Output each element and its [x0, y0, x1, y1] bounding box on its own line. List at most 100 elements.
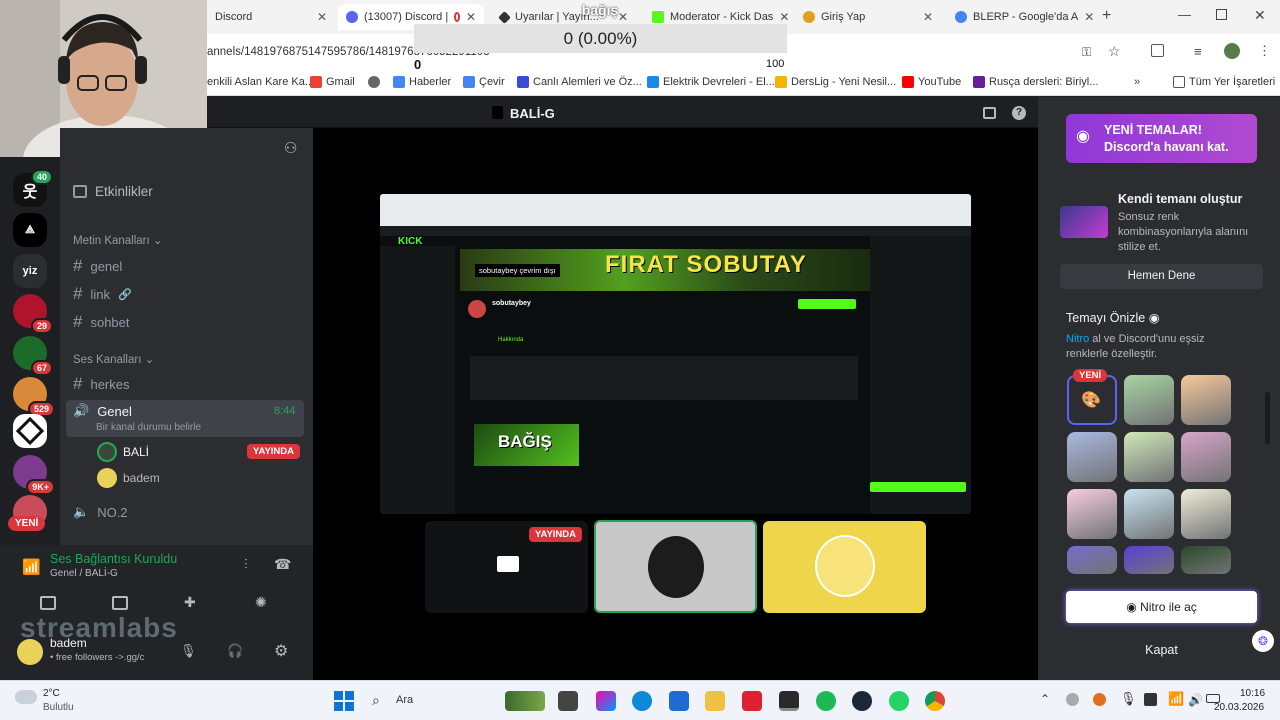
wifi-icon[interactable]: 📶	[1168, 691, 1184, 707]
sidebar-icon[interactable]: ≡	[1194, 44, 1202, 59]
store-icon[interactable]	[669, 691, 689, 711]
channel-status[interactable]: Bir kanal durumu belirle	[96, 422, 201, 433]
edge-icon[interactable]	[632, 691, 652, 711]
screen-share-view[interactable]: KICK FIRAT SOBUTAY sobutaybey çevrim dış…	[380, 194, 971, 514]
promo-banner[interactable]: ◉ YENİ TEMALAR! Discord'a havanı kat.	[1066, 114, 1257, 163]
close-button[interactable]: Kapat	[1066, 638, 1257, 663]
theme-swatch[interactable]	[1067, 432, 1117, 482]
mic-tray-icon[interactable]: 🎙	[1120, 691, 1137, 707]
member-name[interactable]: BALİ	[123, 445, 149, 459]
theme-swatch[interactable]	[1124, 432, 1174, 482]
volume-icon[interactable]: 🔊	[1188, 693, 1203, 707]
search-icon[interactable]: ⌕	[372, 692, 380, 709]
close-icon[interactable]: ✕	[466, 10, 476, 24]
user-name[interactable]: badem	[50, 636, 87, 650]
soundboard-icon[interactable]: ✺	[255, 594, 267, 611]
bookmark-globe[interactable]	[368, 76, 380, 88]
inbox-icon[interactable]	[983, 107, 996, 119]
activities-icon[interactable]: ✚	[184, 594, 196, 611]
server-red[interactable]: 29	[13, 294, 53, 334]
bookmark-rusca[interactable]: Rusça dersleri: Biriyl...	[973, 76, 1098, 88]
close-icon[interactable]: ✕	[1084, 10, 1093, 24]
avatar[interactable]	[97, 468, 117, 488]
menu-icon[interactable]: ⋮	[1258, 43, 1271, 59]
server-face[interactable]: 529	[13, 377, 55, 417]
tab-blerp[interactable]: BLERP - Google'da A ✕	[947, 4, 1093, 30]
bookmark-item[interactable]: enkili Aslan Kare Ka...	[207, 76, 314, 88]
sidebar-item-events[interactable]: Etkinlikler	[73, 184, 153, 199]
close-window-icon[interactable]: ✕	[1254, 7, 1266, 24]
nitro-unlock-button[interactable]: ◉ Nitro ile aç	[1066, 591, 1257, 623]
extensions-icon[interactable]	[1151, 44, 1164, 57]
profile-avatar[interactable]	[1224, 43, 1240, 59]
bookmark-canli[interactable]: Canlı Alemleri ve Öz...	[517, 76, 642, 88]
text-category[interactable]: Metin Kanalları ⌄	[73, 233, 163, 247]
bookmark-cevir[interactable]: Çevir	[463, 76, 505, 88]
gear-icon[interactable]: ⚙	[274, 641, 288, 661]
tab-discord[interactable]: Discord ✕	[207, 4, 335, 30]
voice-connected-title[interactable]: Ses Bağlantısı Kuruldu	[50, 552, 177, 566]
tray-icon[interactable]	[1144, 693, 1157, 706]
theme-swatch[interactable]	[1181, 489, 1231, 539]
server-purple[interactable]: 9K+	[13, 455, 55, 495]
star-icon[interactable]: ☆	[1108, 43, 1121, 60]
add-member-icon[interactable]: ⚇	[284, 139, 297, 157]
screen-share-icon[interactable]	[112, 596, 128, 610]
minimize-icon[interactable]: —	[1178, 7, 1191, 22]
clock-date[interactable]: 20.03.2026	[1214, 702, 1264, 713]
camera-off-icon[interactable]	[40, 596, 56, 610]
tray-icon[interactable]	[1093, 693, 1106, 706]
avatar[interactable]	[97, 442, 117, 462]
copilot-icon[interactable]	[596, 691, 616, 711]
app-icon[interactable]	[742, 691, 762, 711]
bookmark-haberler[interactable]: Haberler	[393, 76, 451, 88]
theme-swatch[interactable]	[1181, 375, 1231, 425]
bookmark-elektrik[interactable]: Elektrik Devreleri - El...	[647, 76, 775, 88]
stream-tile-bali[interactable]: YAYINDA	[425, 521, 588, 613]
clock-time[interactable]: 10:16	[1240, 688, 1265, 699]
user-avatar[interactable]	[17, 639, 43, 665]
server-green[interactable]: 67	[13, 336, 53, 376]
tray-expand-icon[interactable]: ⌃	[1040, 692, 1050, 706]
voice-channel-no2[interactable]: 🔈 NO.2	[73, 504, 128, 520]
widget-icon[interactable]	[505, 691, 545, 711]
channel-sohbet[interactable]: # sohbet	[73, 312, 130, 332]
bookmark-gmail[interactable]: Gmail	[310, 76, 355, 88]
bookmark-youtube[interactable]: YouTube	[902, 76, 961, 88]
discord-taskbar-icon[interactable]	[779, 691, 799, 711]
disconnect-icon[interactable]: ☎	[274, 556, 291, 573]
theme-swatch[interactable]	[1124, 489, 1174, 539]
close-icon[interactable]: ✕	[317, 10, 327, 24]
headphones-icon[interactable]: 🎧	[227, 643, 243, 659]
theme-swatch[interactable]	[1181, 432, 1231, 482]
bookmark-derslig[interactable]: DersLig - Yeni Nesil...	[775, 76, 896, 88]
maximize-icon[interactable]	[1216, 9, 1227, 20]
voice-channel-genel[interactable]: 🔊 Genel	[73, 403, 132, 419]
theme-toggle-icon[interactable]: ❂	[1252, 630, 1274, 652]
server-kick-logo[interactable]	[13, 414, 47, 448]
channel-herkes[interactable]: # herkes	[73, 374, 130, 394]
theme-swatch[interactable]	[1181, 546, 1231, 574]
theme-swatch[interactable]	[1124, 546, 1174, 574]
weather-temp[interactable]: 2°C	[43, 688, 60, 699]
key-icon[interactable]: ⚿	[1082, 45, 1091, 60]
close-icon[interactable]: ✕	[923, 10, 933, 24]
help-icon[interactable]: ?	[1012, 106, 1026, 120]
stream-tile-badem[interactable]	[763, 521, 926, 613]
all-bookmarks[interactable]: Tüm Yer İşaretleri	[1173, 76, 1275, 88]
tray-icon[interactable]	[1066, 693, 1079, 706]
more-bookmarks-icon[interactable]: »	[1134, 76, 1140, 88]
try-now-button[interactable]: Hemen Dene	[1060, 264, 1263, 289]
noise-icon[interactable]: ⫶	[244, 556, 248, 573]
whatsapp-icon[interactable]	[889, 691, 909, 711]
channel-genel[interactable]: # genel	[73, 256, 122, 276]
theme-swatch[interactable]	[1124, 375, 1174, 425]
member-name[interactable]: badem	[123, 471, 160, 485]
server-yiz[interactable]: yiz	[13, 254, 47, 288]
channel-link[interactable]: # link 🔗	[73, 284, 132, 304]
task-view-icon[interactable]	[558, 691, 578, 711]
scrollbar[interactable]	[1265, 392, 1270, 444]
spotify-icon[interactable]	[816, 691, 836, 711]
stream-tile-camera[interactable]	[594, 520, 757, 613]
taskbar-search[interactable]: Ara	[396, 694, 413, 706]
